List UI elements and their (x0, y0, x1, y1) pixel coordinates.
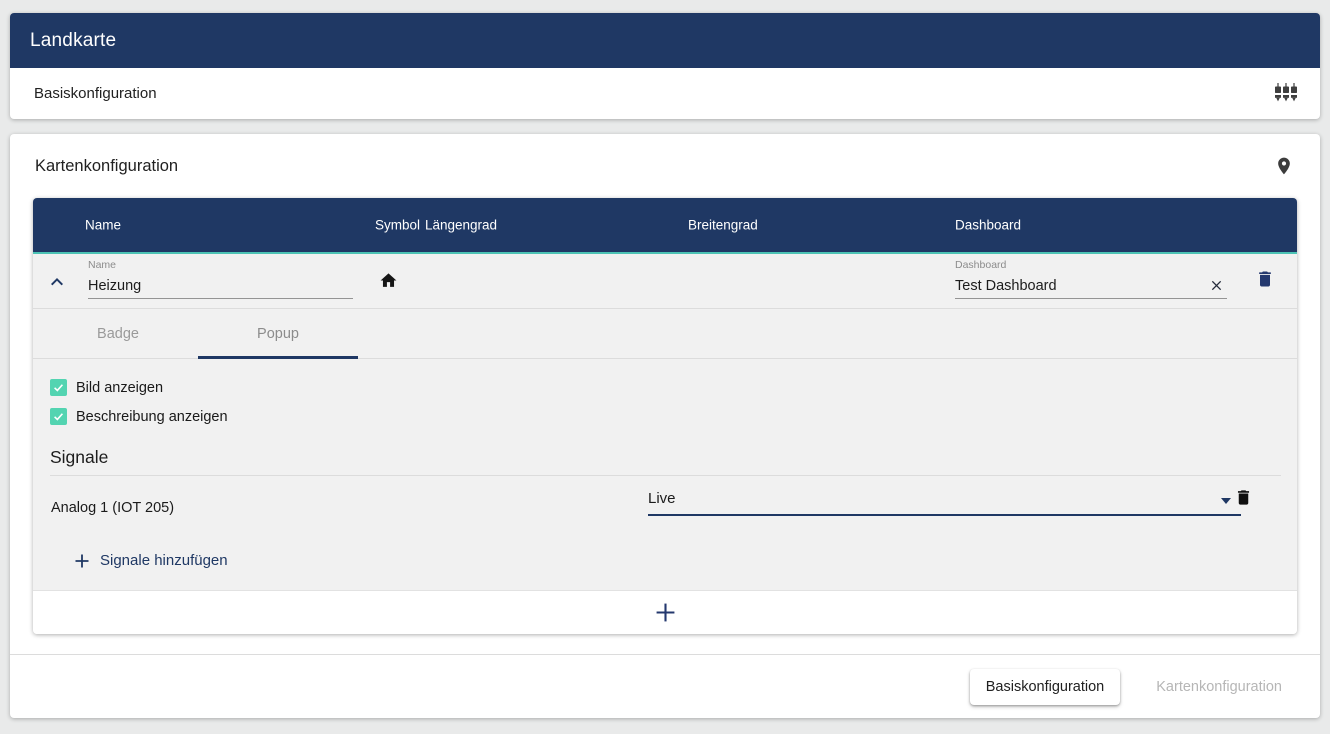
kartenkonfiguration-button-disabled: Kartenkonfiguration (1140, 669, 1298, 705)
add-marker-row-button[interactable] (33, 590, 1297, 634)
dashboard-field[interactable]: Dashboard Test Dashboard (955, 259, 1227, 299)
checkbox-checked-icon[interactable] (50, 379, 67, 396)
markers-table: Name Symbol Längengrad Breitengrad Dashb… (33, 198, 1297, 634)
popup-tab-panel: Bild anzeigen Beschreibung anzeigen Sign… (33, 359, 1297, 590)
sliders-icon[interactable] (1274, 82, 1298, 106)
dashboard-field-value[interactable]: Test Dashboard (955, 278, 1206, 294)
signal-row: Analog 1 (IOT 205) Live (50, 488, 1281, 532)
select-underline (648, 514, 1241, 516)
plus-icon (74, 553, 90, 569)
name-field-label: Name (88, 259, 353, 271)
signal-mode-value: Live (648, 490, 1241, 514)
delete-signal-button[interactable] (1234, 488, 1253, 507)
signal-mode-select[interactable]: Live (648, 490, 1241, 516)
tab-popup[interactable]: Popup (198, 309, 358, 358)
footer-actions: Basiskonfiguration Kartenkonfiguration (10, 655, 1320, 718)
clear-icon (1210, 279, 1223, 292)
table-header-row: Name Symbol Längengrad Breitengrad Dashb… (33, 198, 1297, 252)
column-header-dashboard: Dashboard (955, 218, 1021, 233)
clear-dashboard-button[interactable] (1206, 279, 1227, 292)
dashboard-field-label: Dashboard (955, 259, 1227, 271)
map-config-card: Kartenkonfiguration Name Symbol Längengr… (10, 134, 1320, 718)
tab-popup-label: Popup (257, 326, 299, 342)
signal-name: Analog 1 (IOT 205) (51, 500, 174, 516)
add-signal-button[interactable]: Signale hinzufügen (74, 552, 228, 569)
collapse-row-button[interactable] (45, 270, 69, 294)
trash-icon (1255, 269, 1275, 289)
table-row: Name Heizung Dashboard Test Dashboard (33, 254, 1297, 309)
show-description-label: Beschreibung anzeigen (76, 409, 228, 425)
home-icon[interactable] (379, 271, 398, 290)
map-config-title: Kartenkonfiguration (35, 157, 1274, 176)
checkbox-checked-icon[interactable] (50, 408, 67, 425)
show-image-checkbox-row[interactable]: Bild anzeigen (50, 373, 1281, 402)
map-config-header: Kartenkonfiguration (10, 134, 1320, 198)
plus-icon (655, 602, 676, 623)
signals-divider (50, 475, 1281, 476)
show-image-label: Bild anzeigen (76, 380, 163, 396)
column-header-name: Name (85, 218, 121, 233)
tab-badge[interactable]: Badge (38, 309, 198, 358)
chevron-up-icon (45, 270, 69, 294)
column-header-laengengrad: Längengrad (425, 218, 497, 233)
tab-badge-label: Badge (97, 326, 139, 342)
trash-icon (1234, 488, 1253, 507)
basis-config-row[interactable]: Basiskonfiguration (10, 68, 1320, 119)
row-detail-tabs: Badge Popup (33, 309, 1297, 359)
basis-config-title: Basiskonfiguration (34, 85, 1274, 102)
name-field[interactable]: Name Heizung (88, 259, 353, 299)
column-header-symbol: Symbol (375, 218, 420, 233)
column-header-breitengrad: Breitengrad (688, 218, 758, 233)
basis-config-card: Landkarte Basiskonfiguration (10, 13, 1320, 119)
location-pin-icon (1274, 156, 1294, 176)
name-field-value[interactable]: Heizung (88, 278, 353, 294)
signals-heading: Signale (50, 447, 1281, 468)
basiskonfiguration-button[interactable]: Basiskonfiguration (970, 669, 1121, 705)
page-title-bar: Landkarte (10, 13, 1320, 68)
page-title: Landkarte (30, 30, 116, 52)
show-description-checkbox-row[interactable]: Beschreibung anzeigen (50, 402, 1281, 431)
delete-row-button[interactable] (1255, 269, 1275, 289)
dropdown-arrow-icon (1221, 498, 1231, 504)
add-signal-label: Signale hinzufügen (100, 552, 228, 569)
